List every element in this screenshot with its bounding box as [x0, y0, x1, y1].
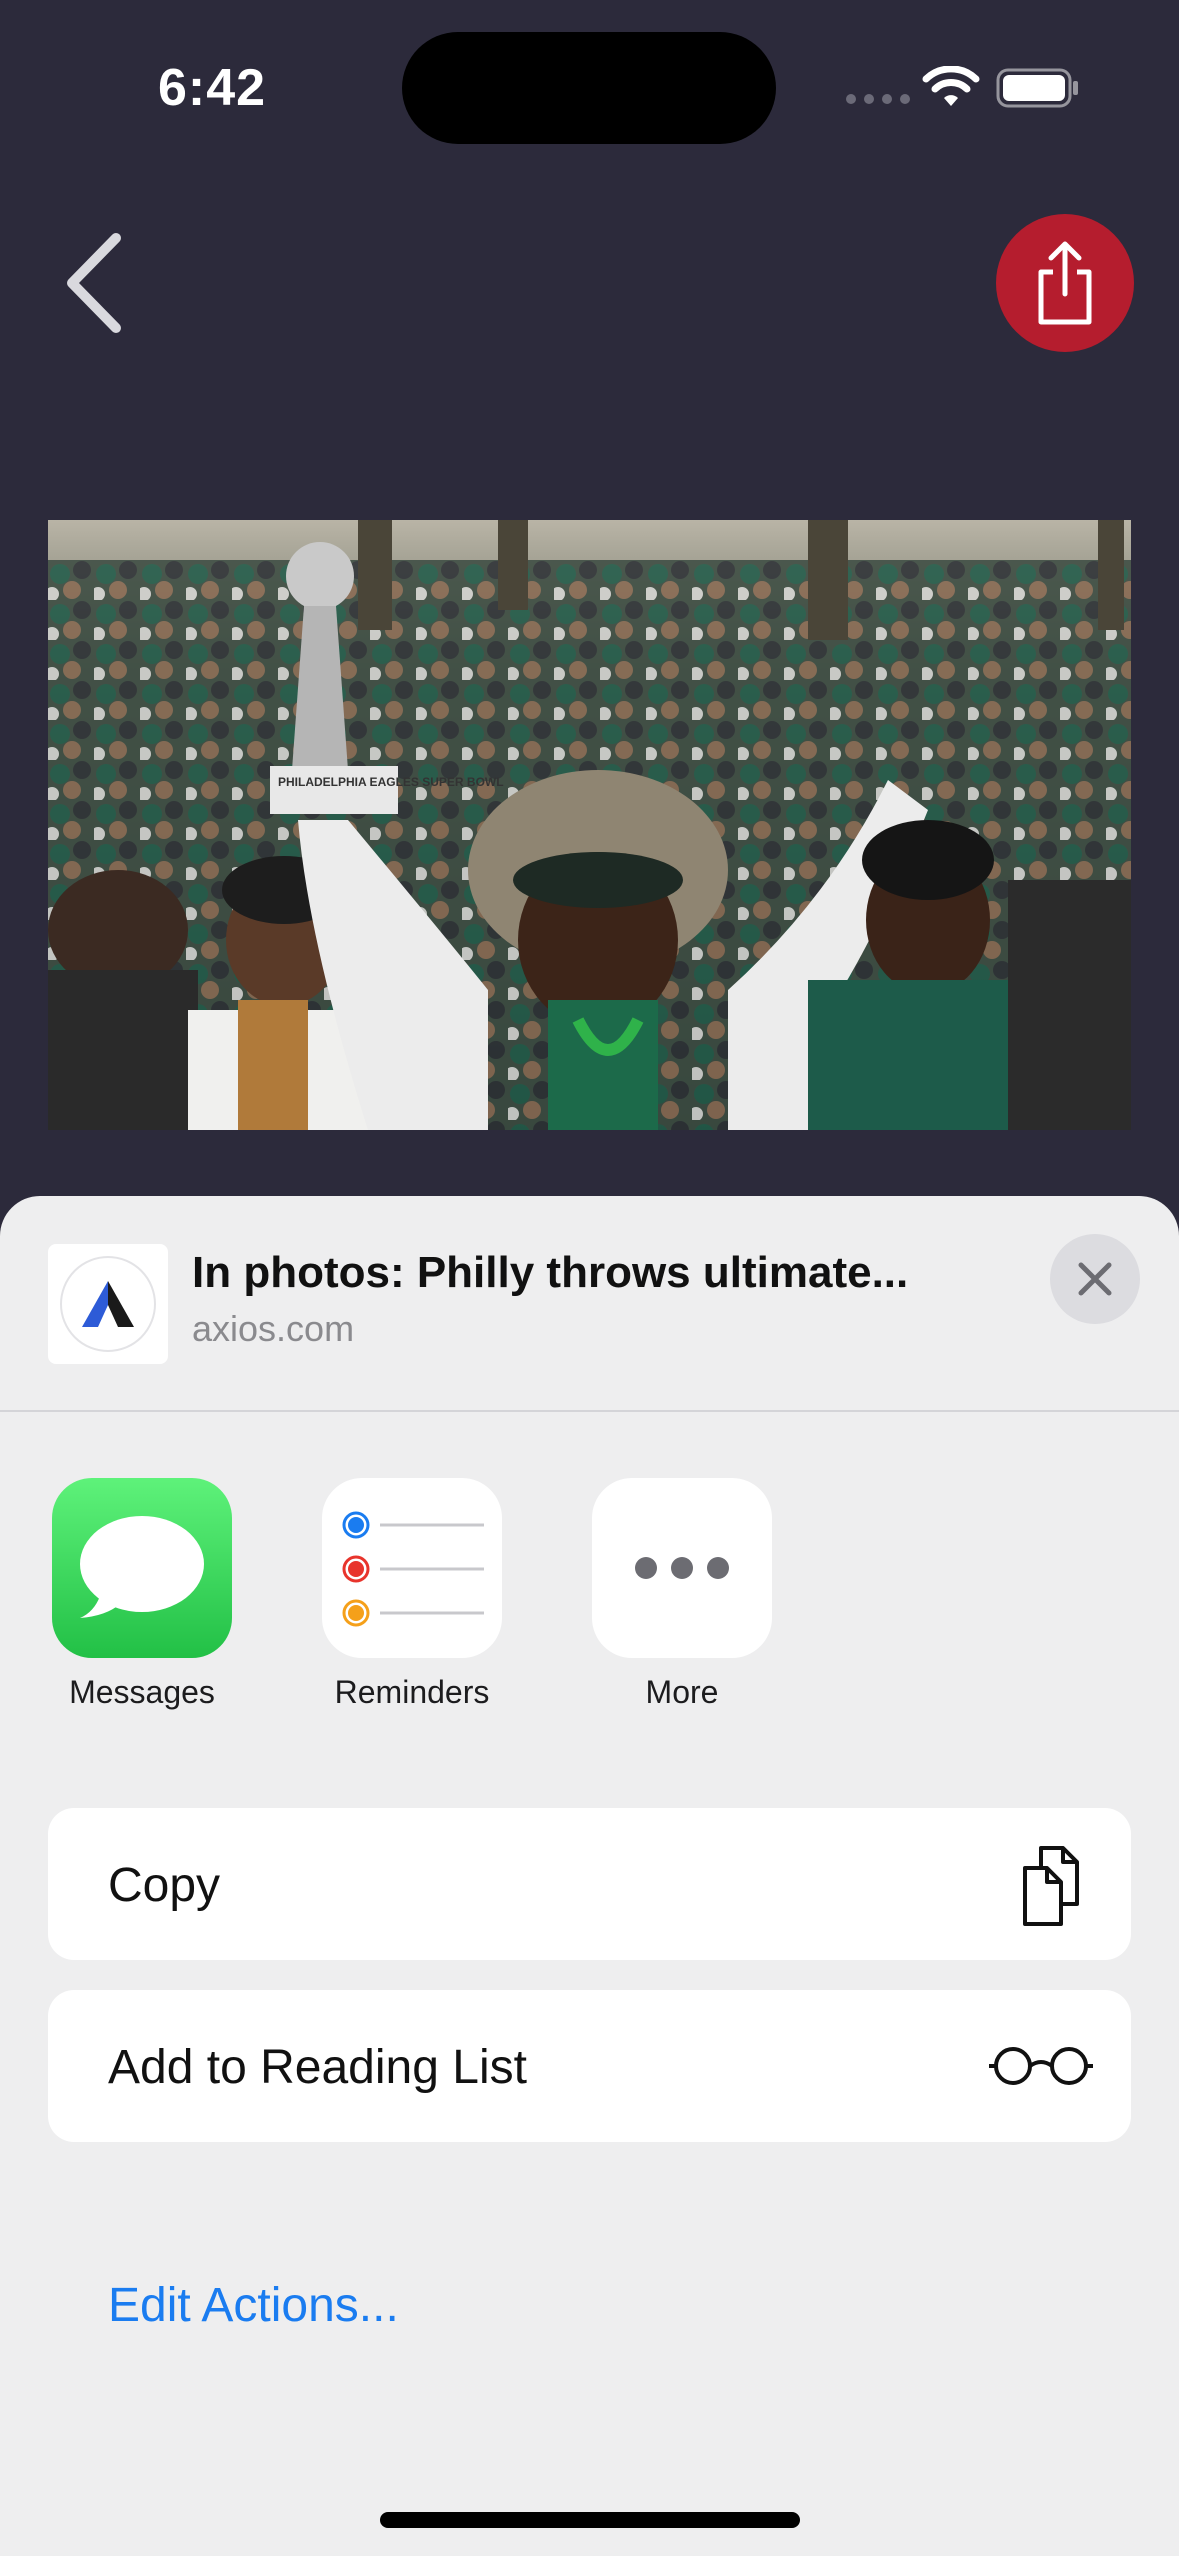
- app-messages[interactable]: Messages: [52, 1478, 232, 1711]
- reminders-icon: [322, 1478, 502, 1658]
- glasses-icon: [989, 2047, 1093, 2085]
- battery-icon: [996, 68, 1078, 108]
- site-favicon: [48, 1244, 168, 1364]
- share-apps-row: Messages Reminders More: [0, 1478, 1179, 1718]
- close-icon: [1078, 1262, 1112, 1296]
- share-sheet-header: In photos: Philly throws ultimate... axi…: [0, 1196, 1179, 1412]
- add-to-reading-list-action[interactable]: Add to Reading List: [48, 1990, 1131, 2142]
- app-label: Reminders: [334, 1674, 490, 1710]
- add-to-reading-list-label: Add to Reading List: [108, 2041, 527, 2094]
- axios-logo-icon: [82, 1281, 134, 1327]
- back-button[interactable]: [56, 228, 136, 338]
- article-photo: PHILADELPHIA EAGLES SUPER BOWL: [48, 520, 1131, 1130]
- messages-icon: [52, 1478, 232, 1658]
- copy-icon: [1023, 1846, 1079, 1926]
- app-label: Messages: [69, 1674, 215, 1710]
- home-indicator[interactable]: [380, 2512, 800, 2528]
- share-sheet: In photos: Philly throws ultimate... axi…: [0, 1196, 1179, 2556]
- cellular-signal-icon: [846, 94, 910, 104]
- share-icon: [1038, 241, 1092, 325]
- copy-action[interactable]: Copy: [48, 1808, 1131, 1960]
- dynamic-island: [402, 32, 776, 144]
- wifi-icon: [922, 66, 980, 106]
- more-icon: [592, 1478, 772, 1658]
- share-button[interactable]: [996, 214, 1134, 352]
- close-button[interactable]: [1050, 1234, 1140, 1324]
- edit-actions-link[interactable]: Edit Actions...: [108, 2278, 399, 2333]
- app-reminders[interactable]: Reminders: [322, 1478, 502, 1711]
- share-title: In photos: Philly throws ultimate...: [192, 1248, 909, 1297]
- status-time: 6:42: [158, 59, 267, 117]
- app-more[interactable]: More: [592, 1478, 772, 1711]
- share-url: axios.com: [192, 1308, 355, 1349]
- copy-label: Copy: [108, 1859, 221, 1912]
- trophy-sign-text: PHILADELPHIA EAGLES SUPER BOWL: [278, 775, 504, 789]
- chevron-left-icon: [67, 233, 121, 333]
- app-label: More: [645, 1674, 719, 1710]
